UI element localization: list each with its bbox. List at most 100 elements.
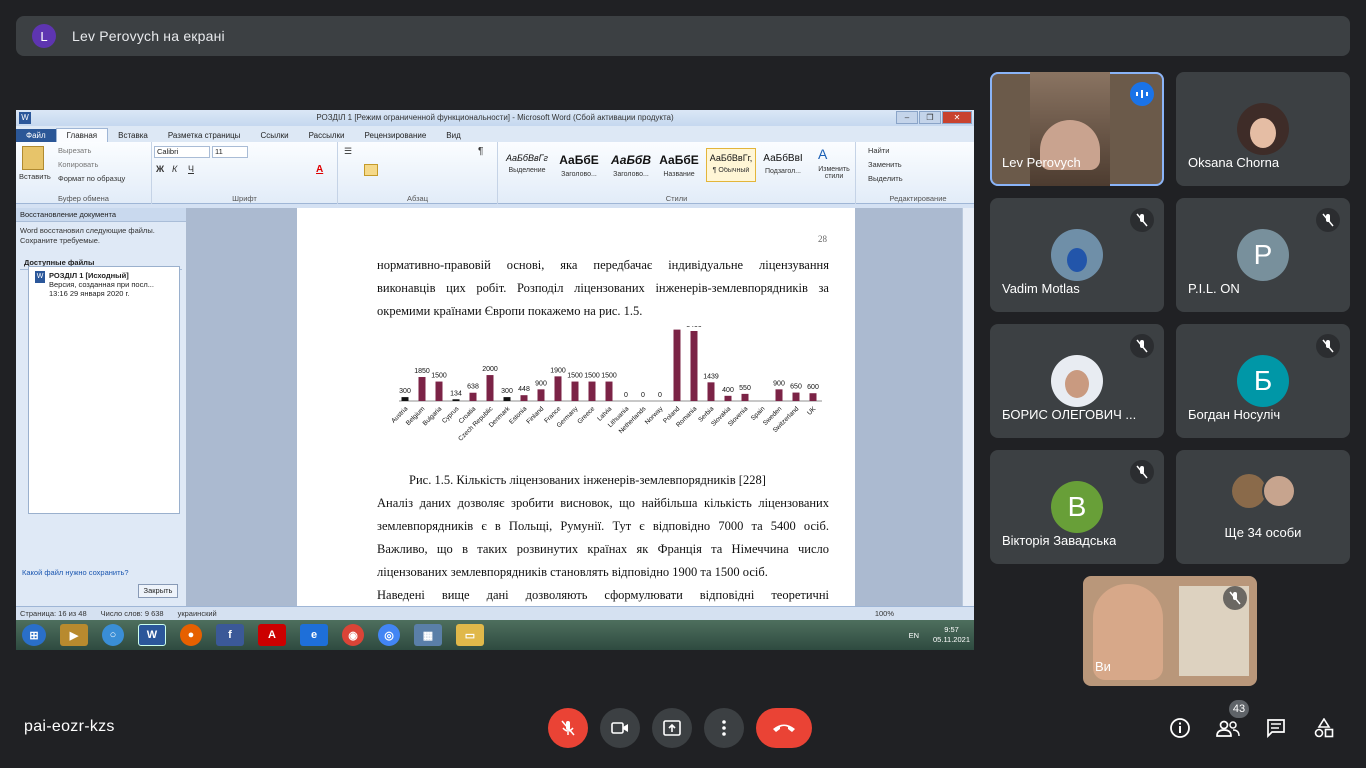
bold-button[interactable]: Ж xyxy=(156,164,164,174)
doc-line-3: окремими країнами Європи покажемо на рис… xyxy=(377,304,643,318)
tray-language[interactable]: EN xyxy=(909,631,919,640)
recovery-file-desc: Версия, созданная при посл... xyxy=(49,280,154,289)
tab-insert[interactable]: Вставка xyxy=(108,129,158,142)
bullets-icon[interactable]: ☰ xyxy=(344,146,352,157)
minimize-button[interactable]: – xyxy=(896,111,918,124)
mic-off-icon xyxy=(1130,460,1154,484)
tab-mailings[interactable]: Рассылки xyxy=(299,129,355,142)
change-styles-icon[interactable]: A xyxy=(818,146,827,162)
status-language[interactable]: украинский xyxy=(178,609,217,618)
tile-bohdan-nosulich[interactable]: Б Богдан Носуліч xyxy=(1176,324,1350,438)
recovery-close-button[interactable]: Закрыть xyxy=(138,584,178,598)
tab-home[interactable]: Главная xyxy=(55,128,109,142)
recovery-file-item[interactable]: W РОЗДІЛ 1 [Исходный] Версия, созданная … xyxy=(35,271,173,298)
style-heading1[interactable]: АаБбЕ Заголово... xyxy=(554,148,604,182)
data-label: 5400 xyxy=(686,326,702,329)
acrobat-icon[interactable]: A xyxy=(258,624,286,646)
tab-file[interactable]: Файл xyxy=(16,129,56,142)
leave-call-button[interactable] xyxy=(756,708,812,748)
tile-more-participants[interactable]: Ще 34 особи xyxy=(1176,450,1350,564)
select-button[interactable]: Выделить xyxy=(868,174,903,183)
word-titlebar: W РОЗДІЛ 1 [Режим ограниченной функциона… xyxy=(16,110,974,126)
tab-references[interactable]: Ссылки xyxy=(250,129,298,142)
tick-label: Bulgaria xyxy=(422,405,444,427)
font-group: Calibri 11 Ж К Ч A Шрифт xyxy=(152,142,338,204)
activities-button[interactable] xyxy=(1310,714,1338,742)
meeting-details-button[interactable] xyxy=(1166,714,1194,742)
data-label: 1850 xyxy=(414,368,430,375)
chat-icon xyxy=(1267,719,1285,738)
page-number: 28 xyxy=(818,234,827,244)
find-button[interactable]: Найти xyxy=(868,146,889,155)
bar-serbia xyxy=(707,382,715,401)
folder-icon[interactable]: ▭ xyxy=(456,624,484,646)
close-window-button[interactable]: ✕ xyxy=(942,111,972,124)
tick-label: Estonia xyxy=(508,405,529,426)
document-page[interactable]: 28 нормативно-правовій основі, яка перед… xyxy=(297,208,855,606)
font-size-combo[interactable]: 11 xyxy=(212,146,248,158)
chrome-alt-icon[interactable]: ◎ xyxy=(378,624,400,646)
which-file-link[interactable]: Какой файл нужно сохранить? xyxy=(22,568,129,577)
start-button[interactable]: ⊞ xyxy=(22,624,46,646)
tile-lev-perovych[interactable]: Lev Perovych xyxy=(990,72,1164,186)
tile-viktoria-zavadska[interactable]: В Вікторія Завадська xyxy=(990,450,1164,564)
chat-button[interactable] xyxy=(1262,714,1290,742)
document-scrollbar[interactable] xyxy=(962,208,974,606)
self-view[interactable]: Ви xyxy=(1083,576,1257,686)
copy-button[interactable]: Копировать xyxy=(58,160,98,169)
network-app-icon[interactable]: ▦ xyxy=(414,624,442,646)
pilcrow-icon[interactable]: ¶ xyxy=(478,146,483,157)
participant-avatar xyxy=(1232,474,1266,508)
camera-toggle-button[interactable] xyxy=(600,708,640,748)
media-player-icon[interactable]: ▶ xyxy=(60,624,88,646)
doc-line-8: Наведені вище дані дозволяють сформулюва… xyxy=(377,588,829,602)
style-title[interactable]: АаБбЕ Название xyxy=(654,148,704,182)
presenter-bar: L Lev Perovych на екрані xyxy=(16,16,1350,56)
tab-review[interactable]: Рецензирование xyxy=(355,129,437,142)
tile-borys-olegovych[interactable]: БОРИС ОЛЕГОВИЧ ... xyxy=(990,324,1164,438)
tray-clock[interactable]: 9:57 05.11.2021 xyxy=(933,625,970,645)
doc-line-5: землевпорядників є в Польщі, Румунії. Ту… xyxy=(377,519,829,533)
data-label: 1500 xyxy=(601,373,617,380)
internet-explorer-icon[interactable]: e xyxy=(300,624,328,646)
font-color-button[interactable]: A xyxy=(316,164,323,175)
font-name-combo[interactable]: Calibri xyxy=(154,146,210,158)
paste-button[interactable]: Вставить xyxy=(19,172,51,181)
status-zoom[interactable]: 100% xyxy=(875,609,894,618)
change-styles-button[interactable]: Изменить стили xyxy=(814,166,854,180)
paste-icon[interactable] xyxy=(22,146,44,170)
facebook-icon[interactable]: f xyxy=(216,624,244,646)
align-left-button[interactable] xyxy=(364,164,378,176)
doc-line-2: виконавців цих робіт. Розподіл ліцензова… xyxy=(377,281,829,295)
style-emphasis[interactable]: АаБбВвГг Выделение xyxy=(502,148,552,182)
tile-pil-on[interactable]: P P.I.L. ON xyxy=(1176,198,1350,312)
bar-slovenia xyxy=(741,393,749,401)
format-painter-button[interactable]: Формат по образцу xyxy=(58,174,125,183)
search-icon[interactable]: ○ xyxy=(102,624,124,646)
tile-oksana-chorna[interactable]: Oksana Chorna xyxy=(1176,72,1350,186)
present-button[interactable] xyxy=(652,708,692,748)
style-heading2[interactable]: АаБбВ Заголово... xyxy=(606,148,656,182)
restore-button[interactable]: ❐ xyxy=(919,111,941,124)
replace-button[interactable]: Заменить xyxy=(868,160,902,169)
underline-button[interactable]: Ч xyxy=(188,164,194,174)
data-label: 0 xyxy=(641,392,645,399)
style-normal[interactable]: АаБбВвГг, ¶ Обычный xyxy=(706,148,756,182)
chrome-icon[interactable]: ◉ xyxy=(342,624,364,646)
word-taskbar-icon[interactable]: W xyxy=(138,624,166,646)
tile-vadim-motlas[interactable]: Vadim Motlas xyxy=(990,198,1164,312)
cut-button[interactable]: Вырезать xyxy=(58,146,91,155)
meeting-code: pai-eozr-kzs xyxy=(24,718,115,735)
bar-germany xyxy=(571,381,579,401)
firefox-icon[interactable]: ● xyxy=(180,624,202,646)
tab-view[interactable]: Вид xyxy=(436,129,470,142)
style-subtitle[interactable]: АаБбВвІ Подзагол... xyxy=(758,148,808,182)
recovery-header: Восстановление документа xyxy=(16,208,186,222)
italic-button[interactable]: К xyxy=(172,164,177,174)
info-icon xyxy=(1170,718,1190,738)
document-area: 28 нормативно-правовій основі, яка перед… xyxy=(186,208,962,606)
more-options-button[interactable] xyxy=(704,708,744,748)
mic-toggle-button[interactable] xyxy=(548,708,588,748)
people-button[interactable] xyxy=(1214,714,1242,742)
tab-layout[interactable]: Разметка страницы xyxy=(158,129,251,142)
